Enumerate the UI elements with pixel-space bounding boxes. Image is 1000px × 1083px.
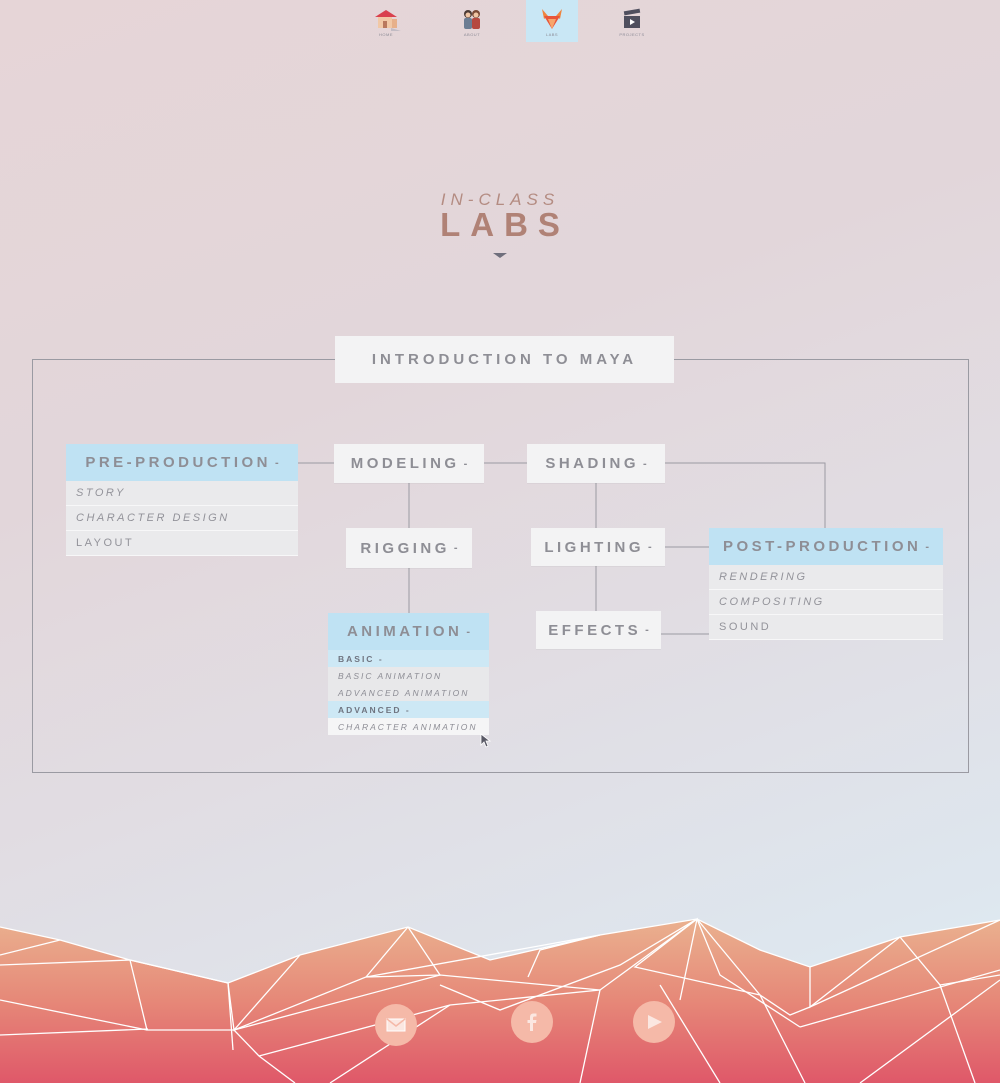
cursor-icon — [480, 733, 492, 748]
collapse-toggle[interactable]: - — [406, 705, 411, 715]
animation-basic-header[interactable]: BASIC - — [328, 650, 489, 667]
collapse-toggle[interactable]: - — [379, 654, 384, 664]
low-poly-mountains — [0, 917, 1000, 1083]
collapse-toggle[interactable]: - — [466, 626, 470, 638]
collapse-toggle[interactable]: - — [925, 541, 929, 553]
animation-advanced-label: ADVANCED — [338, 704, 402, 715]
collapse-toggle[interactable]: - — [645, 624, 649, 636]
list-item[interactable]: RENDERING — [709, 565, 943, 590]
animation-basic-label: BASIC — [338, 653, 375, 664]
node-rigging[interactable]: RIGGING - — [346, 528, 472, 568]
list-item[interactable]: CHARACTER DESIGN — [66, 506, 298, 531]
collapse-toggle[interactable]: - — [464, 458, 468, 470]
course-title: INTRODUCTION TO MAYA — [335, 336, 674, 383]
node-shading-label: SHADING — [545, 455, 639, 472]
node-post-production[interactable]: POST-PRODUCTION - — [709, 528, 943, 565]
youtube-button[interactable] — [633, 1001, 675, 1043]
node-post-production-label: POST-PRODUCTION — [722, 538, 922, 555]
node-animation-label: ANIMATION — [346, 623, 463, 640]
collapse-toggle[interactable]: - — [643, 458, 647, 470]
node-pre-production[interactable]: PRE-PRODUCTION - — [66, 444, 298, 481]
node-lighting-label: LIGHTING — [544, 538, 644, 556]
list-item[interactable]: SOUND — [709, 615, 943, 640]
animation-list: BASIC - BASIC ANIMATION ADVANCED ANIMATI… — [328, 650, 489, 735]
mail-icon — [386, 1018, 406, 1032]
facebook-icon — [527, 1013, 537, 1031]
list-item[interactable]: COMPOSITING — [709, 590, 943, 615]
collapse-toggle[interactable]: - — [648, 541, 652, 553]
node-rigging-label: RIGGING — [360, 539, 450, 557]
post-production-list: RENDERING COMPOSITING SOUND — [709, 565, 943, 640]
animation-advanced-header[interactable]: ADVANCED - — [328, 701, 489, 718]
node-animation[interactable]: ANIMATION - — [328, 613, 489, 650]
collapse-toggle[interactable]: - — [275, 457, 279, 469]
node-effects[interactable]: EFFECTS - — [536, 611, 661, 649]
node-effects-label: EFFECTS — [548, 621, 642, 639]
collapse-toggle[interactable]: - — [454, 542, 458, 554]
node-pre-production-label: PRE-PRODUCTION — [85, 454, 271, 471]
mail-button[interactable] — [375, 1004, 417, 1046]
node-lighting[interactable]: LIGHTING - — [531, 528, 665, 566]
node-modeling[interactable]: MODELING - — [334, 444, 484, 483]
list-item[interactable]: BASIC ANIMATION — [328, 667, 489, 684]
node-modeling-label: MODELING — [350, 455, 460, 472]
list-item[interactable]: ADVANCED ANIMATION — [328, 684, 489, 701]
facebook-button[interactable] — [511, 1001, 553, 1043]
node-shading[interactable]: SHADING - — [527, 444, 665, 483]
list-item[interactable]: CHARACTER ANIMATION — [328, 718, 489, 735]
youtube-icon — [648, 1015, 662, 1029]
list-item[interactable]: LAYOUT — [66, 531, 298, 556]
list-item[interactable]: STORY — [66, 481, 298, 506]
pre-production-list: STORY CHARACTER DESIGN LAYOUT — [66, 481, 298, 556]
